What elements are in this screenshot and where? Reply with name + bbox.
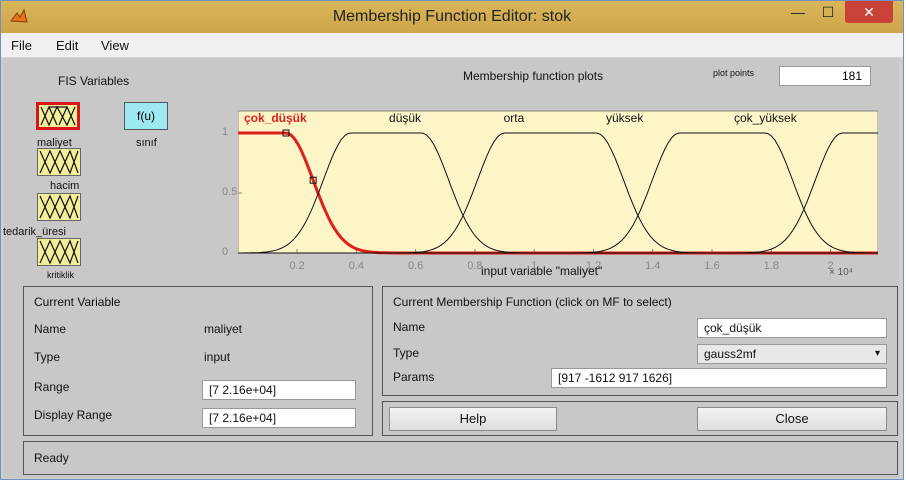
bottom-area: Current Variable Name maliyet Type input… [3,278,899,478]
input-tedarik-box[interactable] [37,193,81,221]
input-kritiklik-box[interactable] [37,238,81,266]
current-variable-panel: Current Variable Name maliyet Type input… [23,286,373,436]
current-mf-panel: Current Membership Function (click on MF… [382,286,898,396]
cv-name-label: Name [34,322,67,336]
mf-plot[interactable]: 0.2 0.4 0.6 0.8 1 1.2 1.4 1.6 1.8 2çok_düşük düşük… [238,88,878,278]
buttons-panel: Help Close [382,401,898,436]
x-tick-label: 0.4 [349,260,364,272]
menu-file[interactable]: File [11,38,32,53]
window-title: Membership Function Editor: stok [332,8,572,25]
y-tick-label: 1 [222,126,229,138]
title-bar: Membership Function Editor: stok — ☐ ✕ [1,1,903,33]
mf-label-3[interactable]: yüksek [606,111,644,125]
mf-shape-icon [39,239,79,265]
y-tick-label: 0 [222,246,229,258]
mf-shape-icon [39,149,79,175]
mf-params-label: Params [393,370,435,384]
x-tick-label: 1.6 [704,260,719,272]
mf-params-input[interactable]: [917 -1612 917 1626] [551,368,887,388]
output-label-sinif: sınıf [136,137,157,149]
range-input[interactable]: [7 2.16e+04] [202,380,356,400]
plot-points-input[interactable]: 181 [779,66,871,86]
cv-type-value: input [204,350,231,364]
mf-name-label: Name [393,320,426,334]
status-text: Ready [34,451,69,465]
menu-edit[interactable]: Edit [56,38,78,53]
cv-display-range-label: Display Range [34,408,113,422]
x-tick-label: 0.2 [289,260,304,272]
fis-variables-heading: FIS Variables [58,74,130,88]
mf-type-select[interactable]: gauss2mf ▾ [697,344,887,364]
window: Membership Function Editor: stok — ☐ ✕ F… [0,0,904,480]
display-range-input[interactable]: [7 2.16e+04] [202,408,356,428]
x-exponent-label: × 10⁴ [829,267,854,278]
mf-type-value: gauss2mf [704,347,757,361]
menu-view[interactable]: View [101,38,129,53]
plot-heading: Membership function plots [463,69,604,83]
x-tick-label: 1.4 [645,260,660,272]
input-hacim-box[interactable] [37,148,81,176]
y-tick-label: 0.5 [222,186,238,198]
current-mf-heading: Current Membership Function (click on MF… [393,295,672,309]
upper-area: FIS Variables maliyet hacim tedarik_üres… [3,58,899,278]
mf-label-2[interactable]: orta [504,111,525,125]
output-function-box[interactable]: f(u) [124,102,168,130]
minimize-button[interactable]: — [784,1,812,23]
mf-type-label: Type [393,346,420,360]
current-variable-heading: Current Variable [34,295,121,309]
mf-label-4[interactable]: çok_yüksek [734,111,798,125]
status-bar: Ready [23,441,898,475]
mf-shape-icon [40,105,76,127]
close-button[interactable]: Close [697,407,887,431]
input-maliyet-box[interactable] [36,102,80,130]
plot-points-label: plot points [713,68,755,78]
menu-bar: File Edit View [1,33,903,58]
help-button[interactable]: Help [389,407,557,431]
cv-type-label: Type [34,350,61,364]
cv-name-value: maliyet [204,322,243,336]
cv-range-label: Range [34,380,70,394]
chevron-down-icon: ▾ [874,348,880,359]
mf-name-input[interactable]: çok_düşük [697,318,887,338]
mf-label-1[interactable]: düşük [389,111,422,125]
plot-area [238,110,878,254]
close-window-button[interactable]: ✕ [845,1,893,23]
x-tick-label: 0.6 [408,260,423,272]
maximize-button[interactable]: ☐ [814,1,842,23]
mf-label-0[interactable]: çok_düşük [244,111,307,125]
mf-shape-icon [39,194,79,220]
input-label-hacim: hacim [50,180,80,192]
input-label-kritiklik: kritiklik [47,270,74,278]
x-tick-label: 1.8 [764,260,779,272]
plot-xlabel: input variable "maliyet" [481,264,603,278]
input-label-tedarik: tedarik_üresi [3,226,66,238]
